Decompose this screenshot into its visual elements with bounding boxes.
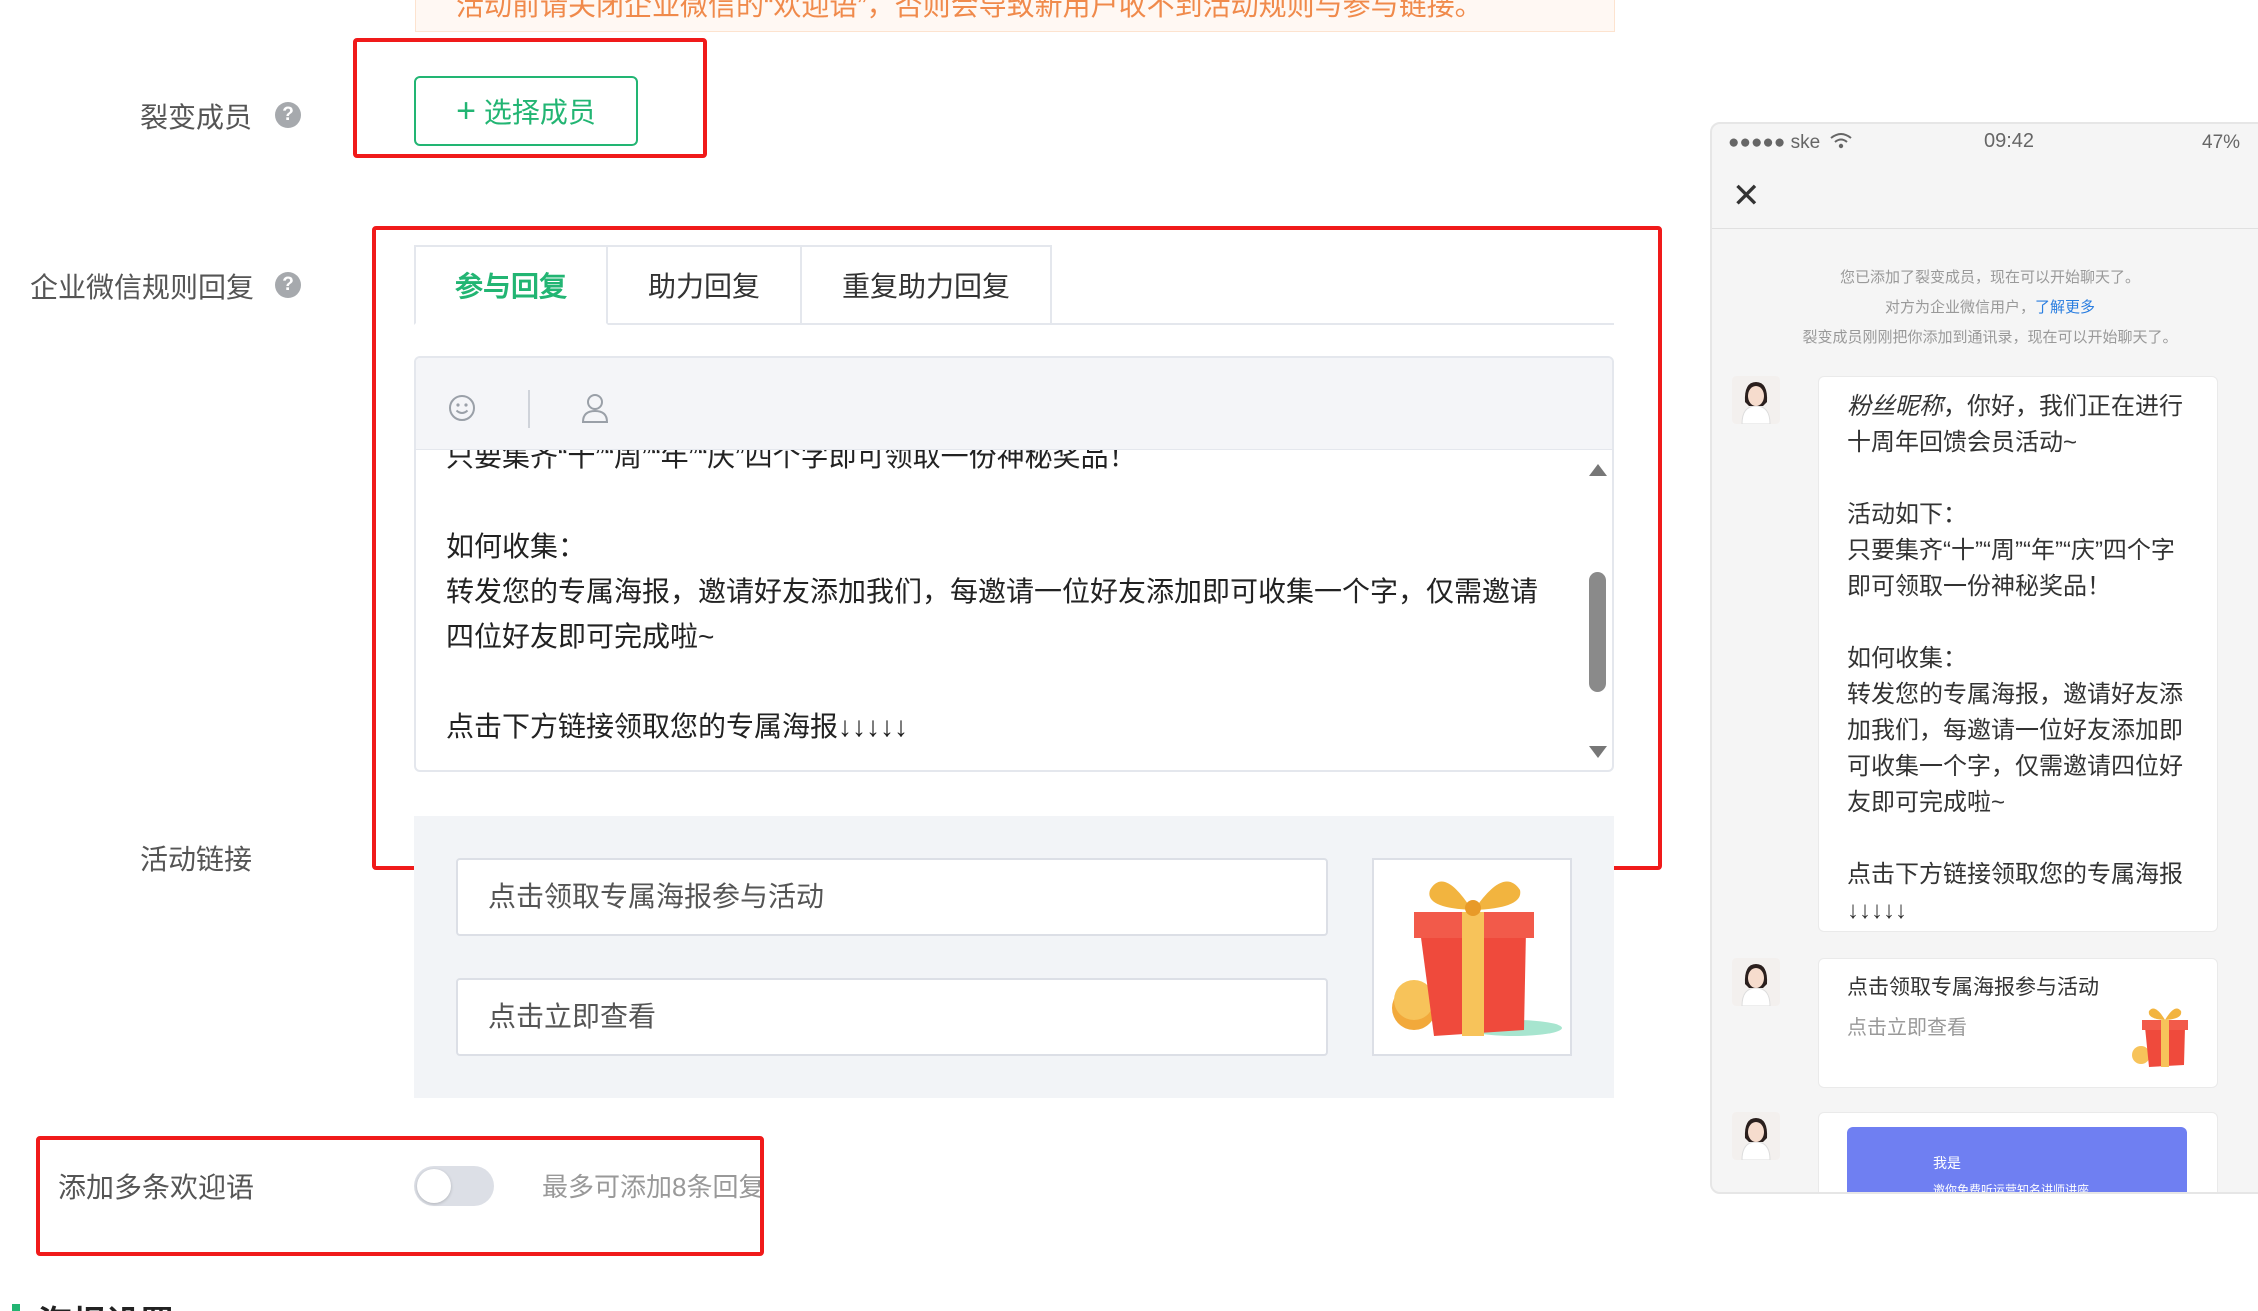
scroll-up-arrow-icon[interactable] bbox=[1589, 464, 1607, 476]
plus-icon: + bbox=[456, 92, 476, 130]
gift-box-icon bbox=[2132, 1008, 2188, 1067]
system-message: 对方为企业微信用户，了解更多 bbox=[1884, 299, 2096, 316]
activity-link-panel: 点击领取专属海报参与活动 点击立即查看 bbox=[414, 816, 1614, 1098]
link-cover-image[interactable] bbox=[1372, 858, 1572, 1056]
fission-members-label: 裂变成员 bbox=[140, 102, 253, 133]
welcome-message-bubble: 粉丝昵称，你好，我们正在进行十周年回馈会员活动~ 活动如下： 只要集齐“十”“周… bbox=[1818, 376, 2218, 932]
activity-link-label: 活动链接 bbox=[140, 844, 253, 875]
toolbar-separator bbox=[528, 390, 530, 428]
learn-more-link[interactable]: 了解更多 bbox=[2035, 299, 2095, 316]
link-card-message[interactable]: 点击领取专属海报参与活动 点击立即查看 bbox=[1818, 958, 2218, 1088]
system-message: 裂变成员刚刚把你添加到通讯录，现在可以开始聊天了。 bbox=[1802, 329, 2178, 346]
toggle-knob bbox=[417, 1169, 451, 1203]
status-time: 09:42 bbox=[1984, 130, 2035, 152]
link-card-desc: 点击立即查看 bbox=[1847, 1017, 1967, 1039]
insert-nickname-icon[interactable] bbox=[580, 392, 610, 424]
tab-repeat-assist-reply[interactable]: 重复助力回复 bbox=[802, 245, 1052, 325]
tab-assist-reply[interactable]: 助力回复 bbox=[608, 245, 802, 325]
section-heading-text: 海报设置 bbox=[38, 1296, 174, 1311]
top-notice: 活动前请关闭企业微信的“欢迎语”，否则会导致新用户收不到活动规则与参与链接。 bbox=[415, 0, 1615, 32]
link-title-input[interactable]: 点击领取专属海报参与活动 bbox=[456, 858, 1328, 936]
help-icon[interactable]: ? bbox=[275, 272, 301, 298]
multi-welcome-label: 添加多条欢迎语 bbox=[58, 1172, 255, 1203]
carrier-text: ●●●●● ske bbox=[1728, 132, 1821, 153]
avatar bbox=[1732, 958, 1780, 1006]
editor-toolbar bbox=[416, 358, 1612, 450]
scroll-down-arrow-icon[interactable] bbox=[1589, 746, 1607, 758]
link-card-title: 点击领取专属海报参与活动 bbox=[1847, 976, 2099, 999]
avatar-image-icon bbox=[1732, 376, 1780, 424]
avatar-image-icon bbox=[1732, 958, 1780, 1006]
link-desc-input[interactable]: 点击立即查看 bbox=[456, 978, 1328, 1056]
gift-box-icon bbox=[1392, 881, 1562, 1036]
poster-preview: 我是 邀你免费听运营知名讲师讲座 bbox=[1847, 1127, 2187, 1194]
nickname-placeholder: 粉丝昵称 bbox=[1847, 393, 1943, 420]
reply-tabs: 参与回复 助力回复 重复助力回复 bbox=[414, 245, 1052, 325]
welcome-message-text: 粉丝昵称，你好，我们正在进行十周年回馈会员活动~ 活动如下： 只要集齐“十”“周… bbox=[1847, 393, 2183, 924]
phone-status-bar: ●●●●● ske 09:42 47% bbox=[1712, 124, 2258, 164]
avatar bbox=[1732, 1112, 1780, 1160]
rule-reply-label: 企业微信规则回复 bbox=[30, 272, 255, 303]
reply-text[interactable]: 只要集齐“十”“周”“年”“庆”四个字即可领取一份神秘奖品！ 如何收集： 转发您… bbox=[446, 450, 1556, 749]
phone-header-divider bbox=[1712, 228, 2258, 229]
poster-line-1: 我是 bbox=[1933, 1155, 1961, 1171]
avatar bbox=[1732, 376, 1780, 424]
select-members-button[interactable]: + 选择成员 bbox=[414, 76, 638, 146]
tab-join-reply[interactable]: 参与回复 bbox=[414, 245, 608, 325]
status-battery: 47% bbox=[2202, 132, 2241, 153]
poster-line-2: 邀你免费听运营知名讲师讲座 bbox=[1933, 1183, 2090, 1194]
phone-preview: ●●●●● ske 09:42 47% ✕ 您已添加了裂变成员，现在可以开始聊天… bbox=[1710, 122, 2258, 1194]
close-icon[interactable]: ✕ bbox=[1732, 176, 1761, 216]
section-heading-bar bbox=[12, 1304, 20, 1311]
emoji-icon[interactable] bbox=[448, 394, 476, 422]
reply-editor[interactable]: 只要集齐“十”“周”“年”“庆”四个字即可领取一份神秘奖品！ 如何收集： 转发您… bbox=[414, 356, 1614, 772]
editor-scrollbar[interactable] bbox=[1582, 450, 1612, 770]
scrollbar-thumb[interactable] bbox=[1589, 572, 1606, 692]
top-notice-text: 活动前请关闭企业微信的“欢迎语”，否则会导致新用户收不到活动规则与参与链接。 bbox=[456, 0, 1483, 21]
system-message: 您已添加了裂变成员，现在可以开始聊天了。 bbox=[1839, 269, 2140, 286]
editor-body[interactable]: 只要集齐“十”“周”“年”“庆”四个字即可领取一份神秘奖品！ 如何收集： 转发您… bbox=[416, 450, 1586, 770]
multi-welcome-toggle[interactable] bbox=[414, 1166, 494, 1206]
poster-card-message[interactable]: 我是 邀你免费听运营知名讲师讲座 bbox=[1818, 1112, 2218, 1194]
help-icon[interactable]: ? bbox=[275, 102, 301, 128]
avatar-image-icon bbox=[1732, 1112, 1780, 1160]
wifi-icon bbox=[1830, 133, 1852, 149]
multi-welcome-hint: 最多可添加8条回复 bbox=[542, 1172, 765, 1202]
